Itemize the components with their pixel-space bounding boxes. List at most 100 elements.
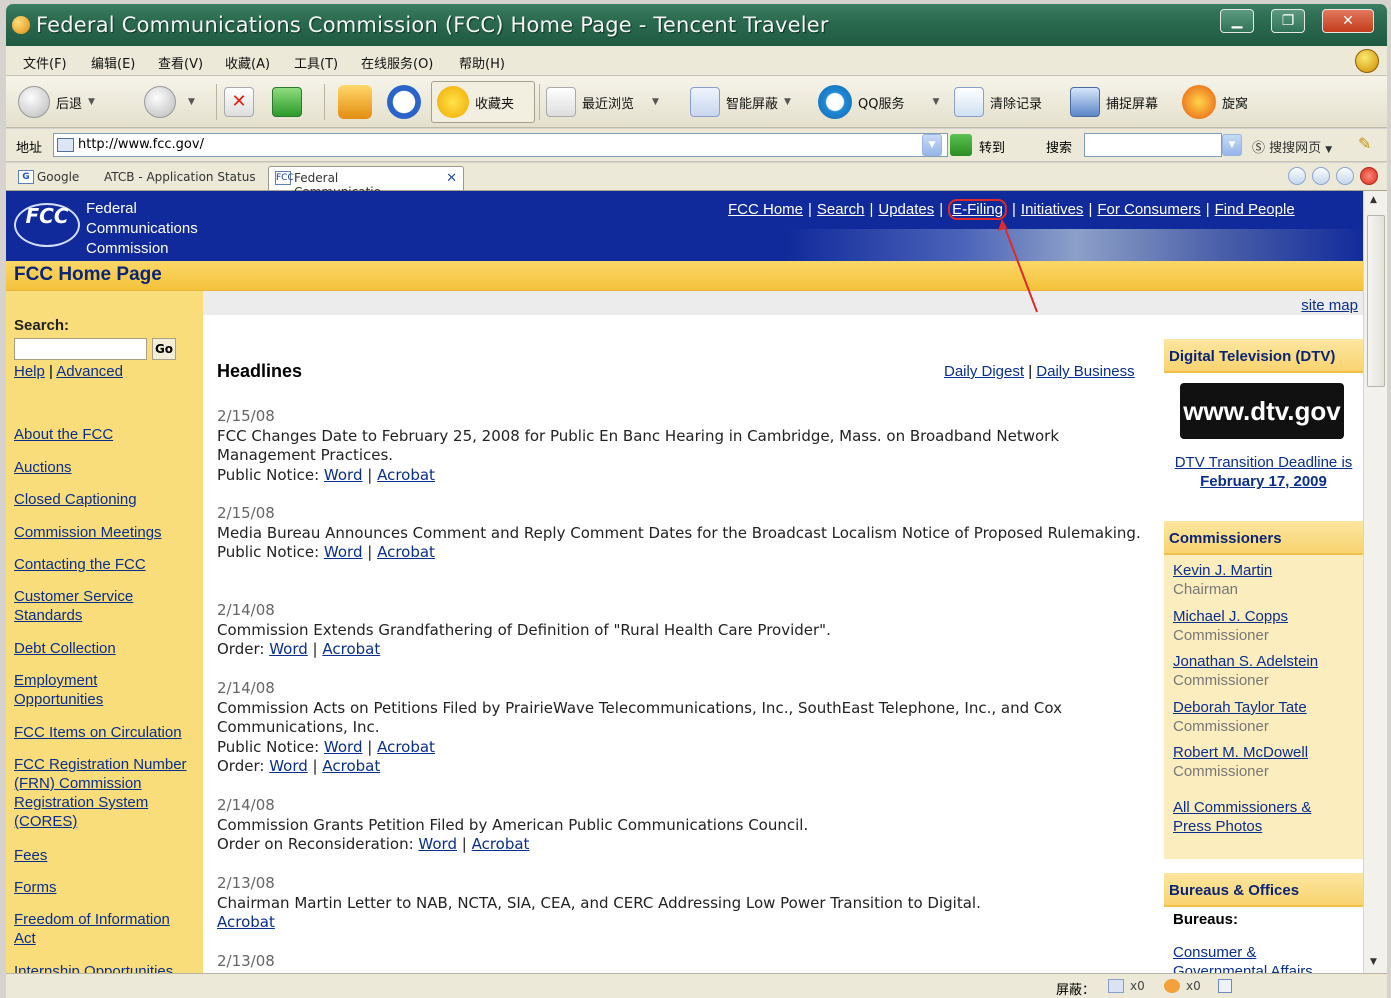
- site-search-go-button[interactable]: Go: [152, 338, 176, 360]
- maximize-button[interactable]: ❐: [1271, 9, 1305, 33]
- sidebar-item-employment[interactable]: Employment Opportunities: [14, 671, 134, 709]
- sidebar-item-customer-service[interactable]: Customer Service Standards: [14, 587, 164, 625]
- sidebar-item-foia[interactable]: Freedom of Information Act: [14, 910, 184, 948]
- tab-list-icon[interactable]: [1288, 167, 1306, 185]
- tab-next-icon[interactable]: [1336, 167, 1354, 185]
- menu-file[interactable]: 文件(F): [23, 53, 67, 72]
- close-window-button[interactable]: ✕: [1322, 9, 1374, 33]
- favorites-button[interactable]: 收藏夹: [437, 82, 514, 122]
- nav-fcc-home[interactable]: FCC Home: [728, 201, 803, 218]
- close-all-tabs-icon[interactable]: [1360, 167, 1378, 185]
- smart-block-button[interactable]: 智能屏蔽 ▼: [690, 82, 791, 122]
- acrobat-link[interactable]: Acrobat: [377, 543, 435, 561]
- sidebar-item-contacting[interactable]: Contacting the FCC: [14, 555, 202, 574]
- close-tab-icon[interactable]: ✕: [446, 171, 457, 186]
- all-commissioners-line[interactable]: All Commissioners &: [1173, 799, 1311, 816]
- tab-fcc[interactable]: FCC Federal Communicatio... ✕: [268, 166, 464, 199]
- commissioner-name[interactable]: Kevin J. Martin: [1173, 562, 1272, 579]
- nav-for-consumers[interactable]: For Consumers: [1097, 201, 1200, 218]
- daily-business-link[interactable]: Daily Business: [1036, 363, 1134, 380]
- word-link[interactable]: Word: [269, 757, 308, 775]
- bureau-link[interactable]: Consumer & Governmental Affairs: [1173, 943, 1313, 973]
- scroll-up-icon[interactable]: ▲: [1370, 195, 1377, 205]
- bureau-line[interactable]: Consumer &: [1173, 944, 1256, 961]
- acrobat-link[interactable]: Acrobat: [377, 466, 435, 484]
- nav-find-people[interactable]: Find People: [1215, 201, 1295, 218]
- dtv-deadline-link[interactable]: DTV Transition Deadline is February 17, …: [1164, 453, 1363, 491]
- save-icon[interactable]: [1218, 979, 1232, 993]
- sidebar-item-frn-cores[interactable]: FCC Registration Number (FRN) Commission…: [14, 755, 202, 831]
- menu-online-services[interactable]: 在线服务(O): [361, 53, 433, 72]
- dtv-deadline-line[interactable]: DTV Transition Deadline is: [1175, 454, 1353, 471]
- sidebar-item-fees[interactable]: Fees: [14, 846, 202, 865]
- capture-screen-button[interactable]: 捕捉屏幕: [1070, 82, 1158, 122]
- nav-initiatives[interactable]: Initiatives: [1021, 201, 1084, 218]
- sidebar-item-commission-meetings[interactable]: Commission Meetings: [14, 523, 202, 542]
- scroll-down-icon[interactable]: ▼: [1370, 957, 1377, 967]
- chevron-down-icon[interactable]: ▼: [784, 97, 791, 107]
- back-button[interactable]: 后退 ▼: [18, 82, 95, 122]
- tab-google[interactable]: G Google: [12, 166, 85, 190]
- sidebar-item-forms[interactable]: Forms: [14, 878, 202, 897]
- sidebar-item-auctions[interactable]: Auctions: [14, 458, 202, 477]
- chevron-down-icon[interactable]: ▼: [652, 97, 659, 107]
- nav-search[interactable]: Search: [817, 201, 865, 218]
- sidebar-item-closed-captioning[interactable]: Closed Captioning: [14, 490, 202, 509]
- word-link[interactable]: Word: [324, 543, 363, 561]
- popup-block-icon[interactable]: [1108, 979, 1124, 993]
- refresh-button[interactable]: [272, 82, 308, 122]
- fcc-logo[interactable]: FCC: [14, 203, 80, 247]
- acrobat-link[interactable]: Acrobat: [322, 640, 380, 658]
- tab-prev-icon[interactable]: [1312, 167, 1330, 185]
- chevron-down-icon[interactable]: ▼: [188, 97, 195, 107]
- minimize-button[interactable]: ▁: [1220, 9, 1254, 33]
- home-button[interactable]: [338, 82, 378, 122]
- daily-digest-link[interactable]: Daily Digest: [944, 363, 1024, 380]
- chevron-down-icon[interactable]: ▼: [932, 97, 939, 107]
- menu-favorites[interactable]: 收藏(A): [225, 53, 270, 72]
- scrollbar-thumb[interactable]: [1367, 215, 1385, 387]
- qq-service-button[interactable]: QQ服务 ▼: [818, 82, 939, 122]
- bureau-line[interactable]: Governmental Affairs: [1173, 963, 1313, 973]
- menu-tools[interactable]: 工具(T): [294, 53, 338, 72]
- acrobat-link[interactable]: Acrobat: [472, 835, 530, 853]
- clear-history-button[interactable]: 清除记录: [954, 82, 1042, 122]
- sidebar-item-items-circulation[interactable]: FCC Items on Circulation: [14, 723, 202, 742]
- commissioner-name[interactable]: Robert M. McDowell: [1173, 744, 1308, 761]
- address-dropdown-button[interactable]: ▼: [922, 134, 942, 156]
- word-link[interactable]: Word: [418, 835, 457, 853]
- search-input[interactable]: [1084, 133, 1222, 157]
- search-engine-button[interactable]: Ⓢ 搜搜网页 ▼: [1252, 137, 1332, 156]
- vertical-scrollbar[interactable]: ▲ ▼: [1363, 191, 1387, 973]
- press-photos-line[interactable]: Press Photos: [1173, 818, 1262, 835]
- pencil-icon[interactable]: ✎: [1358, 134, 1371, 153]
- menu-edit[interactable]: 编辑(E): [91, 53, 135, 72]
- dtv-logo[interactable]: www.dtv.gov: [1180, 383, 1344, 439]
- recent-browsing-button[interactable]: 最近浏览 ▼: [546, 82, 659, 122]
- word-link[interactable]: Word: [324, 466, 363, 484]
- dtv-deadline-date[interactable]: February 17, 2009: [1200, 473, 1327, 490]
- go-button[interactable]: 转到: [979, 137, 1005, 156]
- chevron-down-icon[interactable]: ▼: [88, 97, 95, 107]
- commissioner-name[interactable]: Deborah Taylor Tate: [1173, 699, 1307, 716]
- commissioner-name[interactable]: Jonathan S. Adelstein: [1173, 653, 1318, 670]
- acrobat-link[interactable]: Acrobat: [322, 757, 380, 775]
- acrobat-link[interactable]: Acrobat: [217, 913, 275, 931]
- site-search-input[interactable]: [14, 338, 147, 360]
- menu-view[interactable]: 查看(V): [158, 53, 203, 72]
- stop-button[interactable]: ✕: [224, 82, 260, 122]
- history-button[interactable]: [387, 82, 427, 122]
- menu-help[interactable]: 帮助(H): [459, 53, 505, 72]
- sidebar-item-internship[interactable]: Internship Opportunities: [14, 962, 202, 973]
- advanced-search-link[interactable]: Advanced: [56, 363, 123, 380]
- xuanwo-button[interactable]: 旋窝: [1182, 82, 1248, 122]
- sidebar-item-about[interactable]: About the FCC: [14, 425, 202, 444]
- acrobat-link[interactable]: Acrobat: [377, 738, 435, 756]
- go-arrow-icon[interactable]: [950, 134, 972, 156]
- tab-atcb[interactable]: ATCB - Application Status: [98, 166, 262, 190]
- all-commissioners-link[interactable]: All Commissioners & Press Photos: [1173, 798, 1311, 836]
- search-dropdown-button[interactable]: ▼: [1222, 134, 1242, 156]
- ad-block-icon[interactable]: [1164, 979, 1180, 993]
- site-map-link[interactable]: site map: [1301, 297, 1358, 314]
- address-input[interactable]: http://www.fcc.gov/: [53, 133, 948, 157]
